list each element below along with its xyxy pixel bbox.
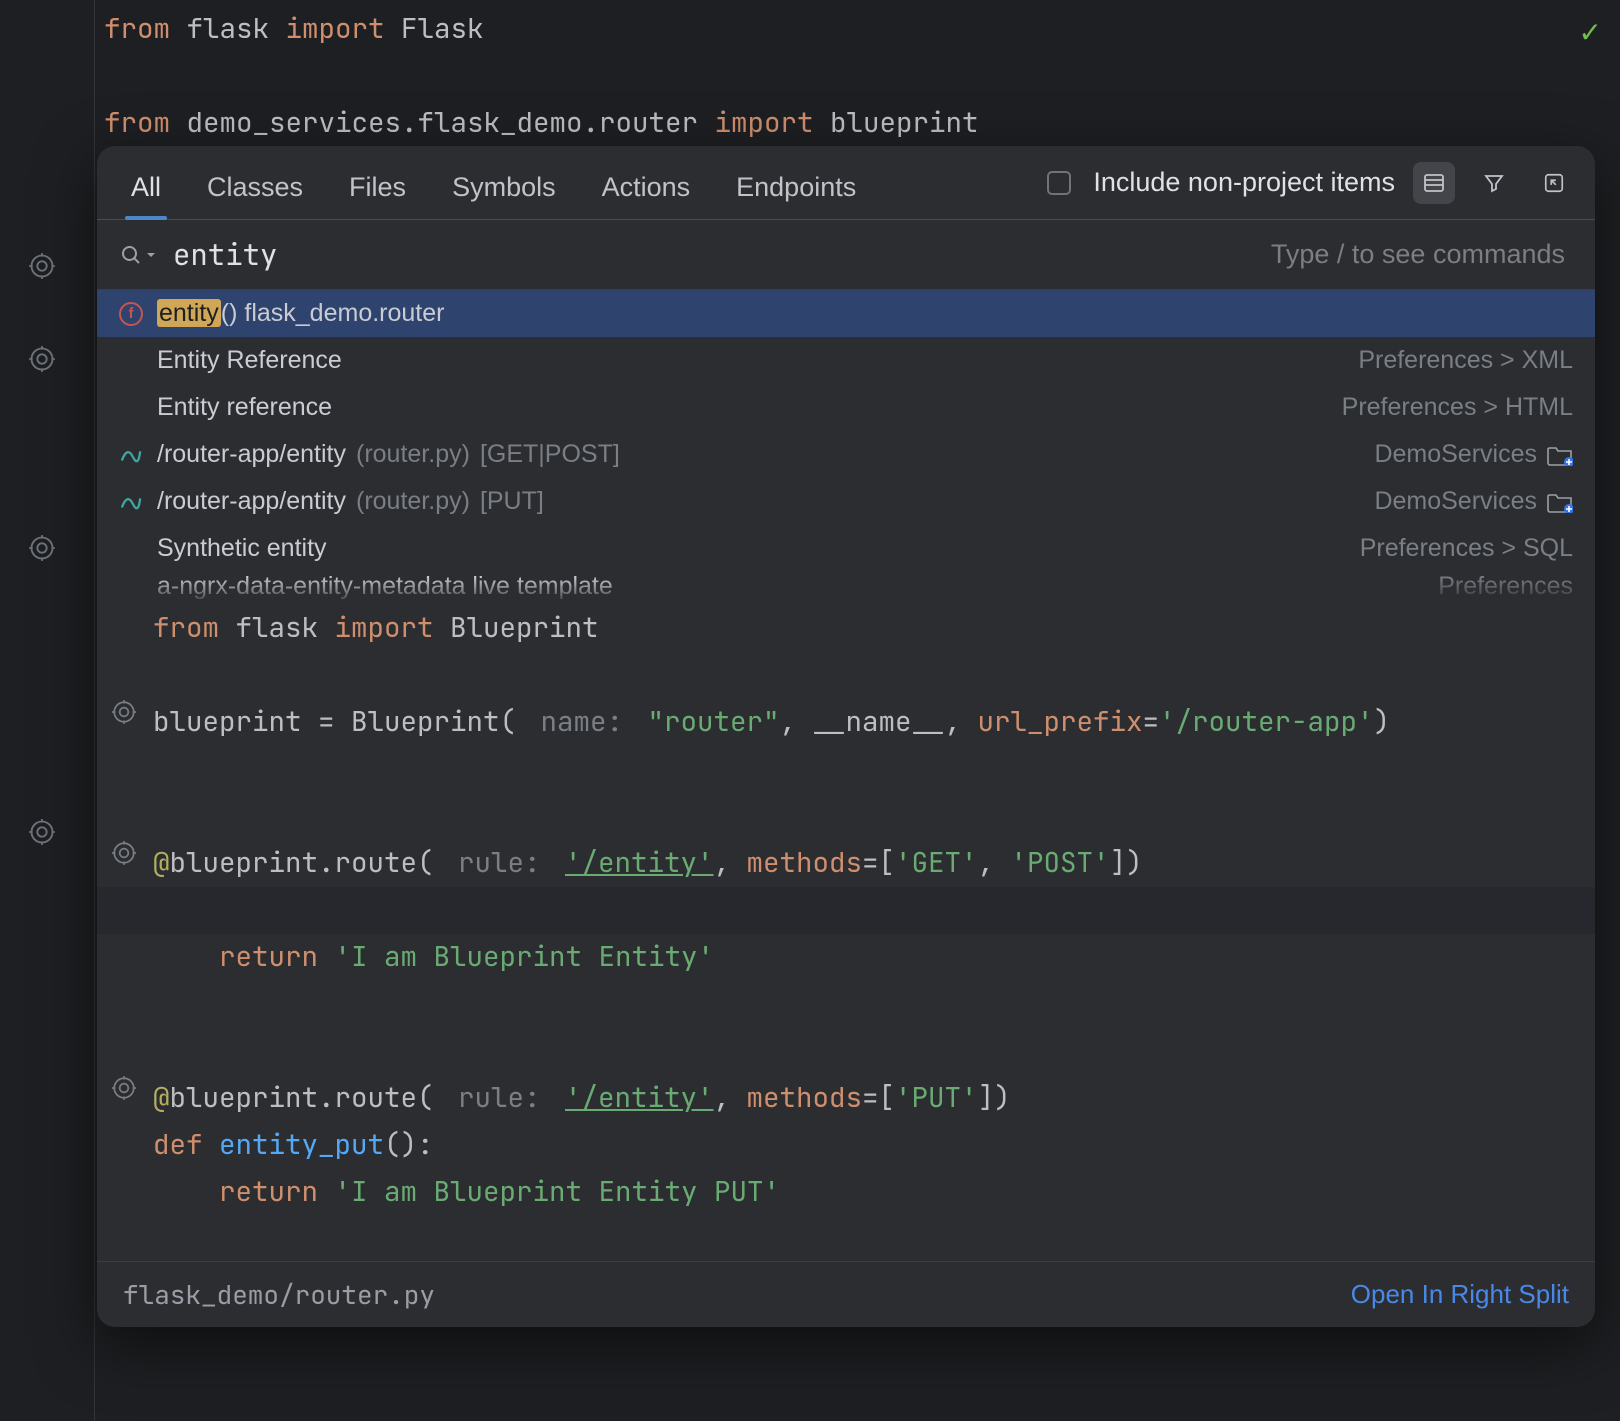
- route-icon: [115, 447, 147, 463]
- tab-symbols[interactable]: Symbols: [448, 154, 560, 219]
- endpoint-gutter-icon[interactable]: [111, 1075, 137, 1101]
- folder-icon: [1547, 444, 1573, 466]
- result-location: Preferences > HTML: [1342, 393, 1573, 422]
- result-row[interactable]: Entity Reference Preferences > XML: [97, 337, 1595, 384]
- inspections-ok-icon: ✓: [1579, 16, 1602, 49]
- endpoint-gutter-icon[interactable]: [111, 840, 137, 866]
- preview-pane: from flask import Blueprint blueprint = …: [97, 599, 1595, 1239]
- tab-actions[interactable]: Actions: [598, 154, 695, 219]
- tab-classes[interactable]: Classes: [203, 154, 307, 219]
- result-row[interactable]: /router-app/entity (router.py) [GET|POST…: [97, 431, 1595, 478]
- editor-gutter: [0, 0, 95, 1421]
- tab-all[interactable]: All: [127, 154, 165, 219]
- result-location: DemoServices: [1374, 487, 1573, 516]
- tab-endpoints[interactable]: Endpoints: [732, 154, 860, 219]
- popup-tabs: All Classes Files Symbols Actions Endpoi…: [127, 146, 860, 219]
- result-location: Preferences > XML: [1358, 346, 1573, 375]
- preview-file-path: flask_demo/router.py: [123, 1277, 435, 1312]
- run-target-icon: [28, 345, 56, 373]
- result-row[interactable]: Synthetic entity Preferences > SQL: [97, 525, 1595, 572]
- result-row[interactable]: /router-app/entity (router.py) [PUT] Dem…: [97, 478, 1595, 525]
- result-location: Preferences > SQL: [1360, 534, 1573, 563]
- include-nonproject-checkbox[interactable]: [1047, 171, 1071, 195]
- popup-tabbar: All Classes Files Symbols Actions Endpoi…: [97, 146, 1595, 220]
- result-row[interactable]: a-ngrx-data-entity-metadata live templat…: [97, 572, 1595, 599]
- run-target-icon: [28, 818, 56, 846]
- result-location: Preferences: [1438, 572, 1573, 599]
- open-in-window-icon[interactable]: [1533, 162, 1575, 204]
- result-location: DemoServices: [1374, 440, 1573, 469]
- route-icon: [115, 494, 147, 510]
- results-list: f entity() flask_demo.router Entity Refe…: [97, 290, 1595, 599]
- search-everywhere-popup: All Classes Files Symbols Actions Endpoi…: [97, 146, 1595, 1327]
- endpoint-gutter-icon[interactable]: [111, 699, 137, 725]
- editor-code[interactable]: from flask import Flask from demo_servic…: [104, 6, 979, 147]
- search-input[interactable]: [173, 235, 1271, 274]
- run-target-icon: [28, 252, 56, 280]
- run-target-icon: [28, 534, 56, 562]
- folder-icon: [1547, 491, 1573, 513]
- open-in-right-split-link[interactable]: Open In Right Split: [1351, 1279, 1569, 1310]
- function-icon: f: [115, 302, 147, 326]
- result-row[interactable]: f entity() flask_demo.router: [97, 290, 1595, 337]
- result-row[interactable]: Entity reference Preferences > HTML: [97, 384, 1595, 431]
- search-hint: Type / to see commands: [1271, 239, 1565, 270]
- popup-footer: flask_demo/router.py Open In Right Split: [97, 1261, 1595, 1327]
- filter-icon[interactable]: [1473, 162, 1515, 204]
- tab-files[interactable]: Files: [345, 154, 410, 219]
- preview-toggle-icon[interactable]: [1413, 162, 1455, 204]
- search-icon: [119, 243, 157, 267]
- search-row: Type / to see commands: [97, 220, 1595, 290]
- include-nonproject-label[interactable]: Include non-project items: [1093, 167, 1395, 198]
